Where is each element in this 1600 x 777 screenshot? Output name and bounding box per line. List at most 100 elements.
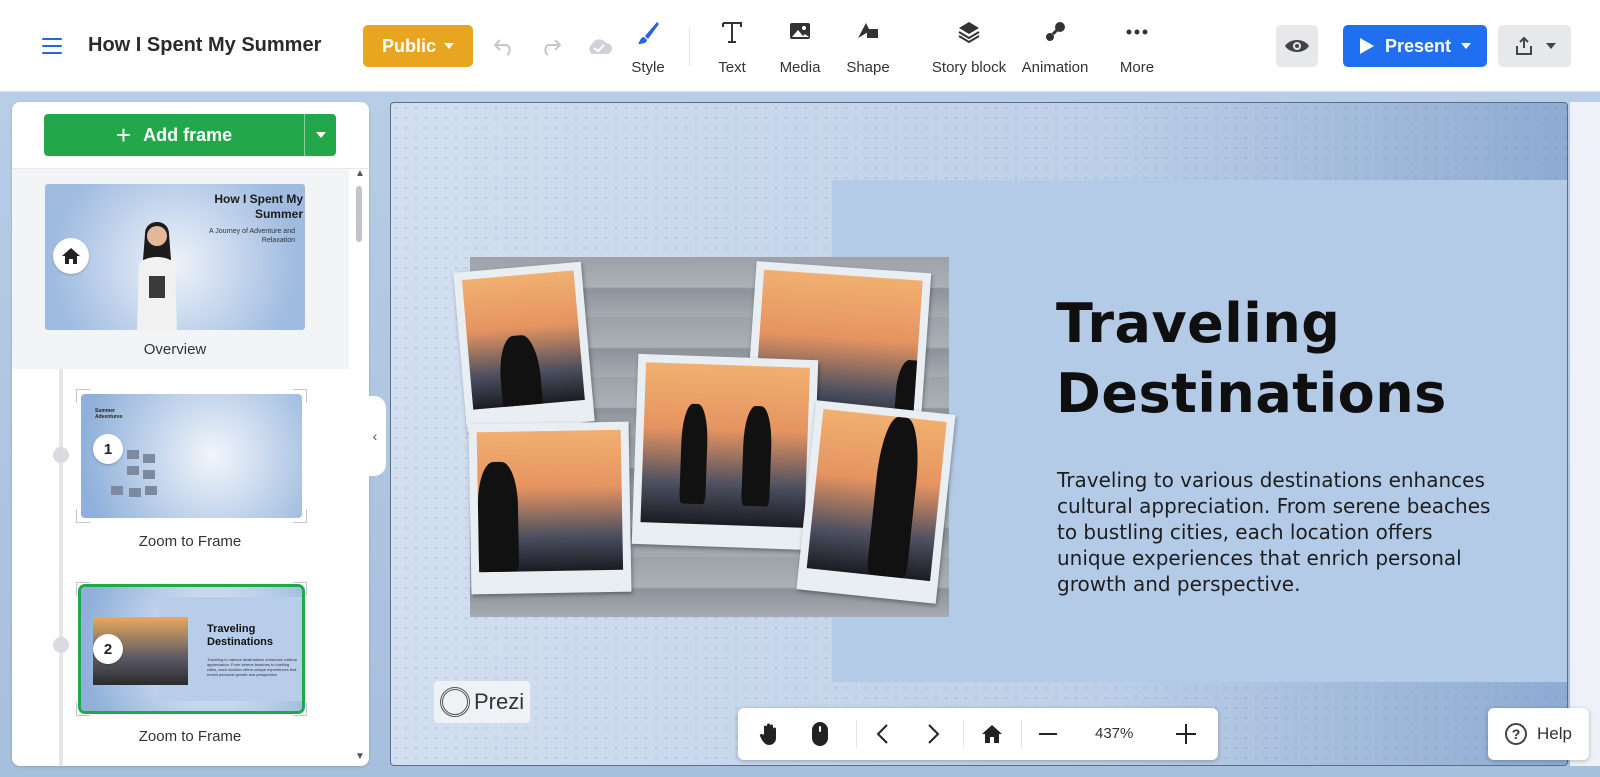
frame-tree-line	[59, 369, 63, 766]
chevron-down-icon	[1461, 43, 1472, 49]
overview-thumbnail[interactable]: How I Spent My Summer A Journey of Adven…	[45, 184, 305, 330]
frame-1-thumb-title: Summer Adventures	[95, 408, 123, 420]
toolbar-divider	[689, 28, 690, 66]
menu-icon[interactable]	[40, 34, 64, 58]
present-button[interactable]: Present	[1343, 25, 1487, 67]
person-illustration	[137, 222, 177, 330]
polaroid-photo	[631, 353, 819, 551]
scroll-down-icon[interactable]: ▼	[355, 751, 365, 762]
tool-style[interactable]: Style	[628, 20, 668, 76]
prezi-logo-icon	[440, 687, 470, 717]
overview-thumb-title: How I Spent My Summer	[214, 192, 303, 221]
chevron-down-icon	[1545, 43, 1556, 49]
tool-text[interactable]: Text	[712, 20, 752, 76]
mini-photo	[143, 454, 155, 463]
present-label: Present	[1384, 35, 1452, 56]
frame-2-label: Zoom to Frame	[138, 728, 242, 745]
tool-media[interactable]: Media	[775, 20, 825, 76]
hand-pan-icon[interactable]	[754, 718, 786, 750]
layers-icon	[958, 22, 980, 44]
canvas-right-edge	[1570, 102, 1600, 766]
frame-2-thumb-title: Traveling Destinations	[207, 623, 274, 648]
slide-canvas[interactable]: Traveling Destinations Traveling to vari…	[390, 102, 1568, 766]
collapse-sidebar-button[interactable]: ‹	[364, 396, 386, 476]
tool-more-label: More	[1119, 59, 1155, 76]
polaroid-collage-image[interactable]	[453, 257, 956, 617]
polaroid-photo	[453, 261, 595, 433]
zoom-level: 437%	[1095, 725, 1134, 742]
overview-label: Overview	[143, 341, 207, 358]
frame-item-2[interactable]: Traveling Destinations Traveling to vari…	[76, 582, 307, 716]
nav-divider	[856, 720, 857, 748]
zoom-out-icon[interactable]	[1032, 718, 1064, 750]
tool-animation-label: Animation	[1021, 59, 1089, 76]
chevron-down-icon	[315, 132, 326, 138]
mini-photo	[145, 486, 157, 495]
animation-icon	[1046, 22, 1065, 41]
frames-sidebar: + Add frame How I Spent My Summer A Jour…	[12, 102, 369, 766]
slide-heading[interactable]: Traveling Destinations	[1056, 289, 1447, 429]
mini-photo	[127, 466, 139, 475]
chevron-down-icon	[444, 43, 454, 49]
mini-photo	[143, 470, 155, 479]
shape-icon	[858, 23, 878, 38]
tree-node	[53, 447, 69, 463]
prezi-logo: Prezi	[434, 681, 530, 723]
undo-icon[interactable]	[488, 30, 520, 62]
tool-story-block-label: Story block	[931, 59, 1007, 76]
add-frame-button[interactable]: + Add frame	[44, 114, 304, 156]
redo-icon[interactable]	[535, 30, 567, 62]
add-frame-label: Add frame	[143, 124, 233, 145]
nav-divider	[963, 720, 964, 748]
more-dots-icon	[1126, 29, 1148, 35]
tree-node	[53, 637, 69, 653]
tool-shape-label: Shape	[846, 59, 890, 76]
frame-number-badge: 2	[93, 634, 123, 664]
image-icon	[790, 23, 810, 39]
mini-photo	[129, 488, 141, 497]
tool-text-label: Text	[718, 59, 746, 76]
share-icon	[1515, 36, 1532, 55]
slide-heading-line-2: Destinations	[1056, 362, 1447, 425]
canvas-navigation-bar: 437%	[738, 708, 1218, 760]
add-frame-button-group: + Add frame	[44, 114, 336, 156]
home-icon[interactable]	[976, 718, 1008, 750]
plus-icon: +	[115, 120, 132, 150]
text-icon	[722, 22, 742, 43]
slide-heading-line-1: Traveling	[1056, 292, 1341, 355]
polaroid-photo	[468, 421, 632, 595]
slide-body-text[interactable]: Traveling to various destinations enhanc…	[1057, 467, 1497, 597]
home-icon[interactable]	[53, 238, 89, 274]
scroll-thumb[interactable]	[356, 186, 362, 242]
nav-divider	[1021, 720, 1022, 748]
brush-icon	[638, 22, 659, 44]
share-export-button[interactable]	[1498, 25, 1571, 67]
frame-item-1[interactable]: Summer Adventures 1	[76, 389, 307, 523]
next-chevron-icon[interactable]	[918, 718, 950, 750]
eye-icon	[1285, 40, 1309, 52]
help-label: Help	[1537, 724, 1572, 743]
preview-button[interactable]	[1276, 25, 1318, 67]
frame-2-thumb-text: Traveling to various destinations enhanc…	[207, 657, 297, 677]
frame-1-label: Zoom to Frame	[138, 533, 242, 550]
zoom-in-icon[interactable]	[1170, 718, 1202, 750]
overview-thumb-subtitle: A Journey of Adventure and Relaxation	[208, 228, 295, 244]
help-button[interactable]: ? Help	[1488, 708, 1589, 760]
mini-photo	[111, 486, 123, 495]
tool-animation[interactable]: Animation	[1015, 20, 1095, 76]
tool-media-label: Media	[779, 59, 821, 76]
cloud-sync-icon	[583, 30, 615, 62]
mouse-icon[interactable]	[804, 718, 836, 750]
tool-more[interactable]: More	[1115, 20, 1159, 76]
scroll-up-icon[interactable]: ▲	[355, 168, 365, 179]
help-question-icon: ?	[1505, 723, 1528, 745]
add-frame-dropdown[interactable]	[304, 114, 336, 156]
public-visibility-button[interactable]: Public	[363, 25, 473, 67]
previous-chevron-icon[interactable]	[866, 718, 898, 750]
public-label: Public	[381, 35, 436, 56]
tool-shape[interactable]: Shape	[843, 20, 893, 76]
chevron-left-icon: ‹	[372, 428, 378, 444]
tool-story-block[interactable]: Story block	[914, 20, 1024, 76]
prezi-logo-text: Prezi	[474, 689, 525, 714]
document-title[interactable]: How I Spent My Summer	[88, 34, 321, 57]
